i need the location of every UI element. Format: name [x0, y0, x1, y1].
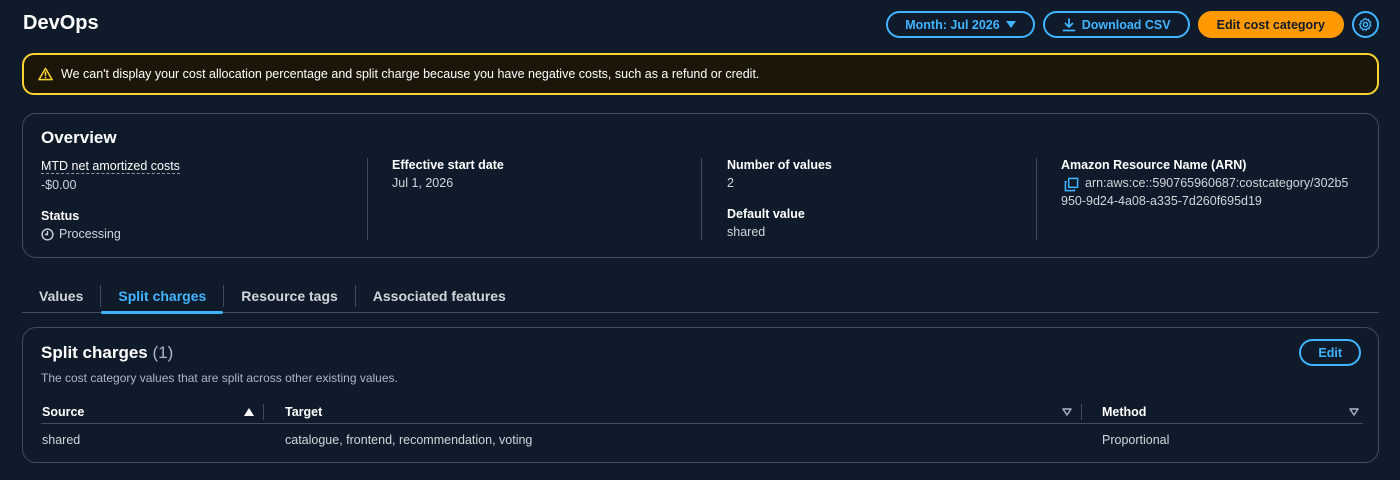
copy-icon[interactable] [1064, 177, 1079, 192]
sort-icon[interactable] [1349, 407, 1359, 416]
tab-resource-tags[interactable]: Resource tags [224, 280, 354, 312]
download-csv-label: Download CSV [1081, 17, 1171, 32]
start-date-label: Effective start date [392, 158, 504, 172]
arn-value-line2: 950-9d24-4a08-a335-7d260f695d19 [1061, 194, 1262, 208]
warning-alert: We can't display your cost allocation pe… [22, 53, 1379, 95]
clock-icon [41, 227, 54, 241]
status-text: Processing [59, 227, 121, 241]
settings-icon [1358, 17, 1372, 31]
settings-button[interactable] [1352, 11, 1379, 38]
edit-cost-category-button[interactable]: Edit cost category [1197, 11, 1344, 38]
tab-split-charges[interactable]: Split charges [101, 280, 224, 314]
warning-icon [38, 67, 53, 81]
tab-bar: Values Split charges Resource tags Assoc… [22, 280, 1379, 314]
sort-ascending-icon[interactable] [244, 407, 254, 416]
download-csv-button[interactable]: Download CSV [1042, 11, 1190, 38]
column-header-source[interactable]: Source [41, 400, 264, 423]
overview-col-costs: MTD net amortized costs -$0.00 Status Pr… [41, 158, 361, 241]
split-charges-title-text: Split charges [41, 343, 148, 362]
status-label: Status [41, 209, 80, 223]
column-header-target[interactable]: Target [264, 400, 1082, 423]
split-charges-card: Split charges (1) The cost category valu… [22, 327, 1379, 463]
sort-icon[interactable] [1062, 407, 1072, 416]
split-charges-title: Split charges (1) [41, 343, 173, 363]
month-selector-label: Month: Jul 2026 [905, 17, 1000, 32]
month-selector-button[interactable]: Month: Jul 2026 [886, 11, 1035, 38]
overview-col-values: Number of values 2 Default value shared [727, 158, 1027, 240]
split-charges-count: (1) [152, 343, 174, 362]
split-charges-description: The cost category values that are split … [41, 371, 398, 385]
split-charges-table: Source Target Method shared catalogue, f… [41, 400, 1363, 456]
column-header-method-label: Method [1102, 404, 1147, 419]
column-header-target-label: Target [285, 404, 323, 419]
arn-value-line1: arn:aws:ce::590765960687:costcategory/30… [1085, 176, 1349, 190]
table-header: Source Target Method [41, 400, 1363, 424]
number-of-values-value: 2 [727, 176, 734, 190]
tab-associated-features[interactable]: Associated features [356, 280, 523, 312]
caret-down-icon [1005, 20, 1016, 28]
overview-col-start: Effective start date Jul 1, 2026 [392, 158, 692, 240]
alert-message: We can't display your cost allocation pe… [61, 67, 760, 81]
page-title: DevOps [23, 12, 99, 34]
default-value-value: shared [727, 225, 766, 239]
header-actions: Month: Jul 2026 Download CSV Edit cost c… [886, 11, 1379, 38]
arn-row: arn:aws:ce::590765960687:costcategory/30… [1061, 176, 1361, 192]
mtd-costs-value: -$0.00 [41, 178, 77, 192]
status-value: Processing [41, 227, 361, 241]
column-header-source-label: Source [42, 404, 85, 419]
table-row: shared catalogue, frontend, recommendati… [41, 424, 1363, 456]
overview-divider [701, 158, 702, 240]
edit-cost-category-label: Edit cost category [1216, 17, 1325, 32]
cell-source: shared [42, 433, 81, 447]
number-of-values-label: Number of values [727, 158, 832, 172]
edit-label: Edit [1318, 345, 1342, 360]
download-icon [1062, 17, 1076, 31]
overview-divider [367, 158, 368, 240]
overview-divider [1036, 158, 1037, 240]
cell-method: Proportional [1102, 433, 1170, 447]
cell-target: catalogue, frontend, recommendation, vot… [285, 433, 533, 447]
mtd-costs-label[interactable]: MTD net amortized costs [41, 159, 180, 174]
column-header-method[interactable]: Method [1082, 400, 1363, 423]
tab-values[interactable]: Values [22, 280, 100, 312]
overview-card: Overview MTD net amortized costs -$0.00 … [22, 113, 1379, 258]
split-charges-edit-button[interactable]: Edit [1299, 339, 1361, 366]
start-date-value: Jul 1, 2026 [392, 176, 454, 190]
overview-title: Overview [41, 128, 117, 147]
overview-col-arn: Amazon Resource Name (ARN) arn:aws:ce::5… [1061, 158, 1361, 240]
arn-label: Amazon Resource Name (ARN) [1061, 158, 1247, 172]
default-value-label: Default value [727, 207, 805, 221]
